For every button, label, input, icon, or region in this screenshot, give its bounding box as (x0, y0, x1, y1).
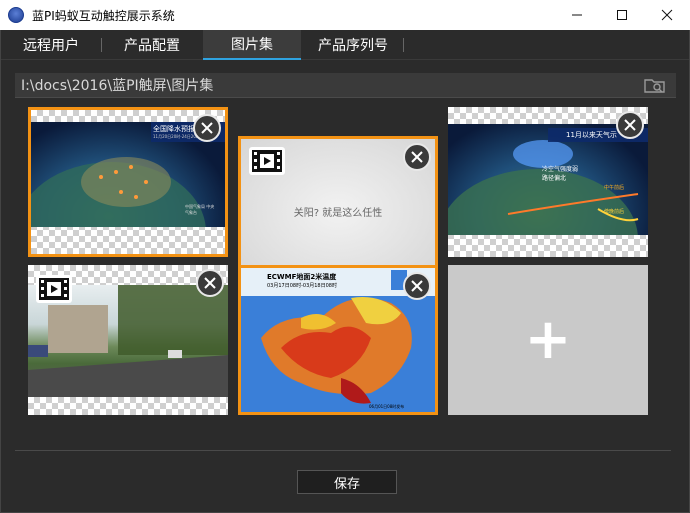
footer-divider (15, 450, 671, 451)
remove-item-button[interactable] (196, 269, 224, 297)
map-caption: 冷空气强度弱 路径偏北 (542, 166, 579, 182)
image-thumbnail: 全国降水预报 11月20日20时-24日20时 中国气象局 中央气象台 (31, 122, 225, 227)
close-icon (201, 122, 213, 134)
tab-label: 产品配置 (124, 38, 180, 54)
remove-item-button[interactable] (403, 143, 431, 171)
tab-product-config[interactable]: 产品配置 (105, 30, 199, 60)
film-icon (252, 150, 282, 172)
window-title: 蓝PI蚂蚁互动触控展示系统 (32, 8, 175, 23)
minimize-button[interactable] (554, 0, 600, 30)
tab-divider (101, 38, 102, 52)
video-badge (36, 275, 72, 303)
tab-label: 产品序列号 (318, 38, 388, 54)
remove-item-button[interactable] (403, 272, 431, 300)
app-logo-icon (8, 7, 24, 23)
path-field[interactable]: I:\docs\2016\蓝PI触屏\图片集 (15, 73, 676, 97)
map-caption: 11月20日20时-24日20时 (153, 134, 200, 139)
close-window-button[interactable] (644, 0, 690, 30)
remove-item-button[interactable] (193, 114, 221, 142)
save-button[interactable]: 保存 (297, 470, 397, 494)
main-panel: 远程用户 产品配置 图片集 产品序列号 I:\docs\2016\蓝PI触屏\图… (0, 30, 690, 513)
path-value: I:\docs\2016\蓝PI触屏\图片集 (21, 78, 214, 94)
plus-icon: + (524, 307, 572, 372)
gallery-item[interactable]: 全国降水预报 11月20日20时-24日20时 中国气象局 中央气象台 (28, 107, 228, 257)
tab-remote-users[interactable]: 远程用户 (5, 30, 97, 60)
remove-item-button[interactable] (616, 111, 644, 139)
maximize-button[interactable] (599, 0, 645, 30)
film-icon (39, 278, 69, 300)
close-icon (411, 280, 423, 292)
title-bar: 蓝PI蚂蚁互动触控展示系统 (0, 0, 690, 30)
browse-folder-icon[interactable] (644, 77, 666, 93)
add-item-button[interactable]: + (448, 265, 648, 415)
tab-bar: 远程用户 产品配置 图片集 产品序列号 (1, 30, 689, 60)
tab-gallery[interactable]: 图片集 (203, 30, 301, 60)
close-icon (411, 151, 423, 163)
image-thumbnail: 11月以来天气示 冷空气强度弱 路径偏北 中午前后 傍晚前后 (448, 124, 648, 235)
close-icon (661, 9, 673, 21)
gallery-item[interactable]: ECWMF地面2米温度 03月17日08时-03月18日08时 06月01日08… (238, 265, 438, 415)
maximize-icon (617, 10, 627, 20)
map-corner-label: 06月01日08时发布 (369, 404, 405, 409)
map-legend-a: 中午前后 (604, 185, 625, 191)
close-icon (204, 277, 216, 289)
tab-serial-number[interactable]: 产品序列号 (305, 30, 401, 60)
path-divider (15, 97, 676, 98)
map-legend-b: 傍晚前后 (604, 209, 625, 215)
map-title: 全国降水预报 (153, 125, 195, 133)
tab-label: 远程用户 (23, 38, 79, 54)
video-caption: 关阳? 就是这么任性 (293, 207, 383, 219)
map-title: 11月以来天气示 (566, 131, 617, 139)
gallery-item[interactable]: 11月以来天气示 冷空气强度弱 路径偏北 中午前后 傍晚前后 (448, 107, 648, 257)
minimize-icon (572, 14, 582, 16)
gallery-item[interactable] (28, 265, 228, 415)
tab-divider (403, 38, 404, 52)
video-badge (249, 147, 285, 175)
map-caption: 03月17日08时-03月18日08时 (267, 283, 337, 289)
tab-label: 图片集 (231, 37, 273, 53)
gallery-item[interactable]: 关阳? 就是这么任性 (238, 136, 438, 286)
map-corner-label: 中国气象局 中央气象台 (185, 204, 215, 215)
map-title: ECWMF地面2米温度 (267, 273, 337, 281)
close-icon (624, 119, 636, 131)
